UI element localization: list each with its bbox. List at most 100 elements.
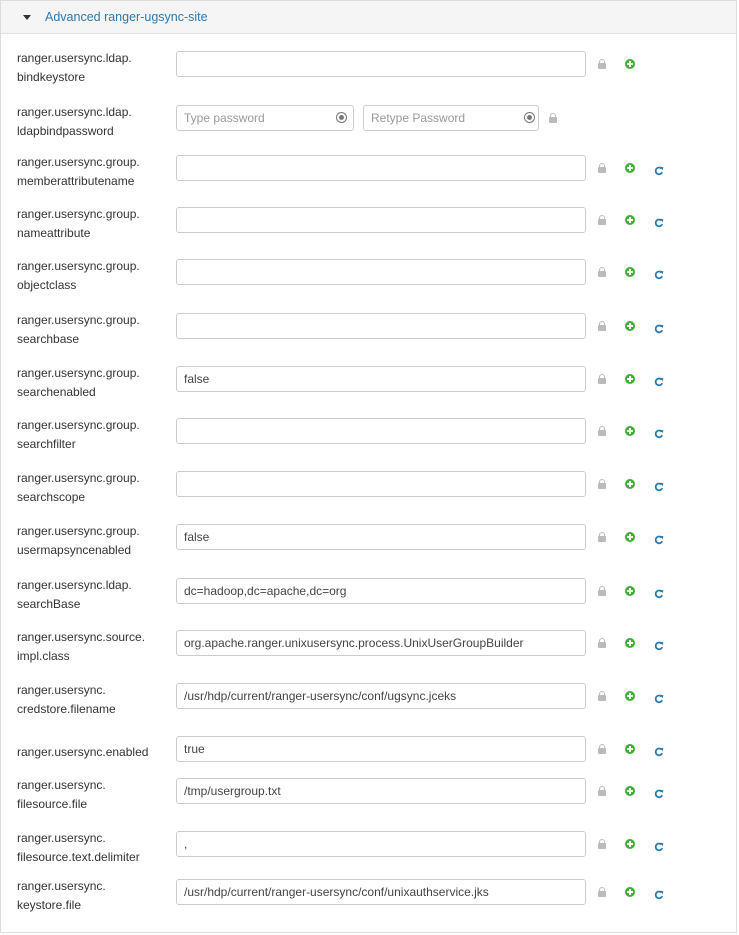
- config-value-input[interactable]: true: [176, 736, 586, 762]
- lock-icon: [598, 744, 606, 754]
- lock-icon: [598, 691, 606, 701]
- refresh-icon[interactable]: [654, 426, 664, 439]
- lock-icon: [598, 215, 606, 225]
- eye-icon[interactable]: [524, 112, 535, 123]
- config-value-input[interactable]: org.apache.ranger.unixusersync.process.U…: [176, 630, 586, 656]
- plus-circle-icon[interactable]: [625, 638, 635, 648]
- plus-circle-icon[interactable]: [625, 267, 635, 277]
- config-row: ranger.usersync.group. searchscope: [1, 471, 736, 515]
- config-value-input[interactable]: /usr/hdp/current/ranger-usersync/conf/ug…: [176, 683, 586, 709]
- refresh-icon[interactable]: [654, 532, 664, 545]
- eye-icon[interactable]: [336, 112, 347, 123]
- config-value-input[interactable]: [176, 207, 586, 233]
- config-row: ranger.usersync. filesource.text.delimit…: [1, 831, 736, 875]
- plus-circle-icon[interactable]: [625, 786, 635, 796]
- lock-icon: [598, 321, 606, 331]
- refresh-icon[interactable]: [654, 638, 664, 651]
- config-value-input[interactable]: [176, 313, 586, 339]
- password-config-row: ranger.usersync.ldap. ldapbindpassword: [1, 105, 736, 149]
- config-label: ranger.usersync.group. usermapsyncenable…: [17, 524, 140, 557]
- config-value-input[interactable]: [176, 51, 586, 77]
- lock-icon: [598, 59, 606, 69]
- config-label: ranger.usersync.enabled: [17, 745, 149, 759]
- lock-icon: [598, 786, 606, 796]
- refresh-icon[interactable]: [654, 215, 664, 228]
- caret-down-icon[interactable]: [23, 15, 31, 20]
- config-label: ranger.usersync. filesource.text.delimit…: [17, 831, 140, 864]
- plus-circle-icon[interactable]: [625, 163, 635, 173]
- config-label: ranger.usersync.group. nameattribute: [17, 207, 140, 240]
- config-value-input[interactable]: [176, 155, 586, 181]
- refresh-icon[interactable]: [654, 374, 664, 387]
- plus-circle-icon[interactable]: [625, 586, 635, 596]
- refresh-icon[interactable]: [654, 163, 664, 176]
- plus-circle-icon[interactable]: [625, 215, 635, 225]
- config-row: ranger.usersync. filesource.file/tmp/use…: [1, 778, 736, 822]
- config-value-input[interactable]: false: [176, 366, 586, 392]
- refresh-icon[interactable]: [654, 786, 664, 799]
- refresh-icon[interactable]: [654, 691, 664, 704]
- lock-icon: [598, 887, 606, 897]
- config-label: ranger.usersync. keystore.file: [17, 879, 106, 912]
- plus-circle-icon[interactable]: [625, 532, 635, 542]
- plus-circle-icon[interactable]: [625, 59, 635, 69]
- config-value-input[interactable]: /usr/hdp/current/ranger-usersync/conf/un…: [176, 879, 586, 905]
- refresh-icon[interactable]: [654, 744, 664, 757]
- plus-circle-icon[interactable]: [625, 479, 635, 489]
- config-row: ranger.usersync.group. memberattributena…: [1, 155, 736, 199]
- plus-circle-icon[interactable]: [625, 691, 635, 701]
- plus-circle-icon[interactable]: [625, 887, 635, 897]
- retype-password-input[interactable]: [363, 105, 539, 131]
- config-row: ranger.usersync.group. searchbase: [1, 313, 736, 357]
- section-title[interactable]: Advanced ranger-ugsync-site: [45, 10, 208, 24]
- config-label: ranger.usersync. filesource.file: [17, 778, 106, 811]
- config-row: ranger.usersync.group. searchfilter: [1, 418, 736, 462]
- refresh-icon[interactable]: [654, 267, 664, 280]
- section-header[interactable]: Advanced ranger-ugsync-site: [1, 1, 736, 34]
- ranger-ugsync-site-panel: Advanced ranger-ugsync-site ranger.users…: [0, 0, 737, 933]
- refresh-icon[interactable]: [654, 479, 664, 492]
- lock-icon: [598, 374, 606, 384]
- lock-icon: [598, 267, 606, 277]
- config-value-input[interactable]: ,: [176, 831, 586, 857]
- config-label: ranger.usersync.group. searchbase: [17, 313, 140, 346]
- refresh-icon[interactable]: [654, 887, 664, 900]
- lock-icon: [598, 839, 606, 849]
- password-input[interactable]: [176, 105, 354, 131]
- config-row: ranger.usersync.group. searchenabled fals…: [1, 366, 736, 410]
- plus-circle-icon[interactable]: [625, 744, 635, 754]
- config-value-input[interactable]: [176, 259, 586, 285]
- plus-circle-icon[interactable]: [625, 374, 635, 384]
- config-row: ranger.usersync.group. nameattribute: [1, 207, 736, 251]
- lock-icon: [598, 426, 606, 436]
- config-label: ranger.usersync.ldap. searchBase: [17, 578, 132, 611]
- config-value-input[interactable]: [176, 471, 586, 497]
- config-row: ranger.usersync.group. objectclass: [1, 259, 736, 303]
- refresh-icon[interactable]: [654, 839, 664, 852]
- config-value-input[interactable]: /tmp/usergroup.txt: [176, 778, 586, 804]
- config-label: ranger.usersync.ldap. ldapbindpassword: [17, 105, 132, 138]
- config-label: ranger.usersync.group. searchenabled: [17, 366, 140, 399]
- config-row: ranger.usersync.enabled true: [1, 736, 736, 780]
- config-value-input[interactable]: dc=hadoop,dc=apache,dc=org: [176, 578, 586, 604]
- config-label: ranger.usersync. credstore.filename: [17, 683, 116, 716]
- config-label: ranger.usersync.group. searchscope: [17, 471, 140, 504]
- config-label: ranger.usersync.ldap. bindkeystore: [17, 51, 132, 84]
- plus-circle-icon[interactable]: [625, 839, 635, 849]
- refresh-icon[interactable]: [654, 321, 664, 334]
- config-row: ranger.usersync. keystore.file/usr/hdp/c…: [1, 879, 736, 923]
- config-label: ranger.usersync.group. memberattributena…: [17, 155, 140, 188]
- config-row: ranger.usersync.ldap. bindkeystore: [1, 51, 736, 95]
- config-row: ranger.usersync. credstore.filename/usr/…: [1, 683, 736, 727]
- config-value-input[interactable]: false: [176, 524, 586, 550]
- config-label: ranger.usersync.source. impl.class: [17, 630, 146, 663]
- config-value-input[interactable]: [176, 418, 586, 444]
- refresh-icon[interactable]: [654, 586, 664, 599]
- config-label: ranger.usersync.group. searchfilter: [17, 418, 140, 451]
- config-label: ranger.usersync.group. objectclass: [17, 259, 140, 292]
- plus-circle-icon[interactable]: [625, 426, 635, 436]
- plus-circle-icon[interactable]: [625, 321, 635, 331]
- lock-icon: [598, 586, 606, 596]
- lock-icon: [598, 532, 606, 542]
- lock-icon: [598, 163, 606, 173]
